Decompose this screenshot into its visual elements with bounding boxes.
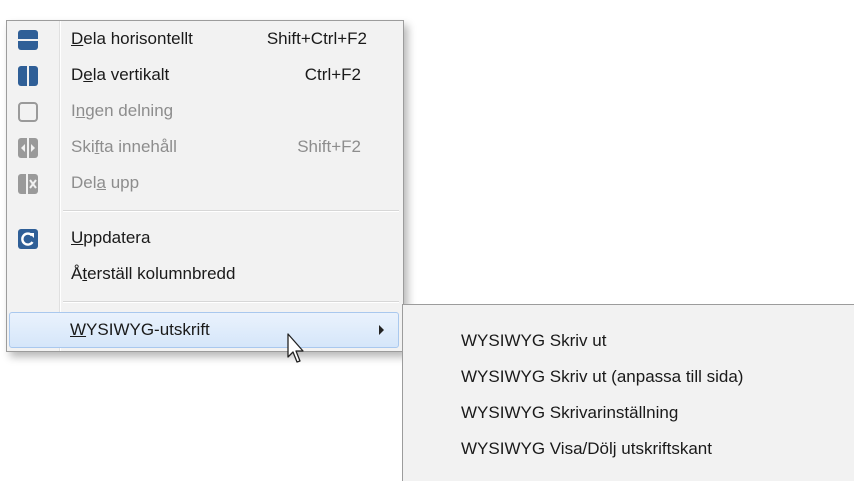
- submenu-item-print-fit-page[interactable]: WYSIWYG Skriv ut (anpassa till sida): [461, 361, 743, 393]
- menu-item-shortcut: Ctrl+F2: [304, 65, 361, 84]
- no-split-icon: [18, 102, 38, 122]
- menu-separator: [63, 301, 399, 303]
- split-vertical-icon: [18, 66, 38, 86]
- menu-item-refresh[interactable]: Uppdatera: [9, 221, 399, 255]
- menu-item-wysiwyg-print[interactable]: WYSIWYG-utskrift: [9, 312, 399, 348]
- mouse-cursor-icon: [287, 333, 304, 363]
- menu-item-label: Skifta innehåll: [71, 137, 177, 156]
- menu-item-split-up: Dela upp: [9, 166, 399, 200]
- menu-item-label: Uppdatera: [71, 228, 151, 247]
- menu-item-label: Dela upp: [71, 173, 140, 192]
- swap-content-icon: [18, 138, 38, 158]
- menu-item-label: Dela vertikalt: [71, 65, 170, 84]
- submenu-item-print[interactable]: WYSIWYG Skriv ut: [461, 325, 606, 357]
- menu-item-split-vertical[interactable]: Dela vertikalt Ctrl+F2: [9, 58, 399, 92]
- submenu-arrow-icon: [379, 325, 384, 335]
- split-horizontal-icon: [18, 30, 38, 50]
- context-menu: Dela horisontellt Shift+Ctrl+F2 Dela ver…: [6, 20, 404, 352]
- menu-item-no-split: Ingen delning: [9, 94, 399, 128]
- submenu-item-printer-settings[interactable]: WYSIWYG Skrivarinställning: [461, 397, 678, 429]
- split-up-icon: [18, 174, 38, 194]
- menu-item-shortcut: Shift+Ctrl+F2: [266, 29, 367, 48]
- menu-item-label: Återställ kolumnbredd: [71, 264, 236, 283]
- wysiwyg-submenu: WYSIWYG Skriv ut WYSIWYG Skriv ut (anpas…: [402, 304, 854, 481]
- menu-item-label: Ingen delning: [71, 101, 174, 120]
- menu-item-split-horizontal[interactable]: Dela horisontellt Shift+Ctrl+F2: [9, 22, 399, 56]
- menu-separator: [63, 210, 399, 212]
- refresh-icon: [18, 229, 38, 249]
- menu-item-shortcut: Shift+F2: [297, 137, 361, 156]
- submenu-item-toggle-print-border[interactable]: WYSIWYG Visa/Dölj utskriftskant: [461, 433, 712, 465]
- menu-item-label: Dela horisontellt: [71, 29, 193, 48]
- menu-item-reset-column-width[interactable]: Återställ kolumnbredd: [9, 257, 399, 291]
- menu-item-label: WYSIWYG-utskrift: [70, 320, 210, 339]
- menu-item-swap-content: Skifta innehåll Shift+F2: [9, 130, 399, 164]
